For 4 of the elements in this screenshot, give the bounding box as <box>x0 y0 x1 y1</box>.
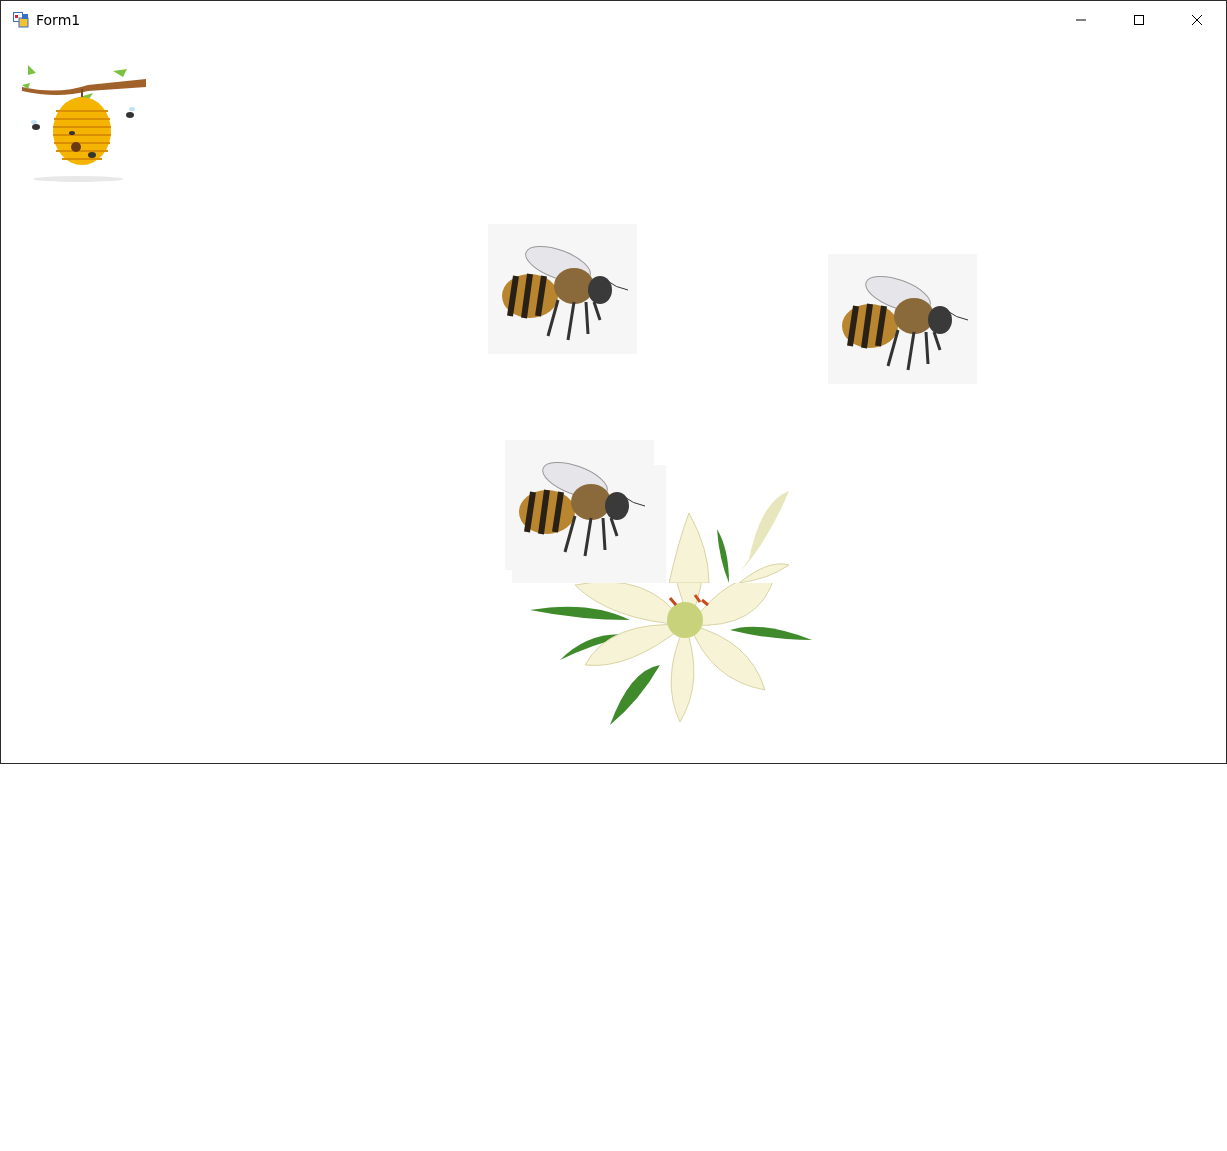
window-title: Form1 <box>36 12 81 28</box>
maximize-icon <box>1133 14 1145 26</box>
close-icon <box>1191 14 1203 26</box>
app-icon <box>13 12 29 28</box>
